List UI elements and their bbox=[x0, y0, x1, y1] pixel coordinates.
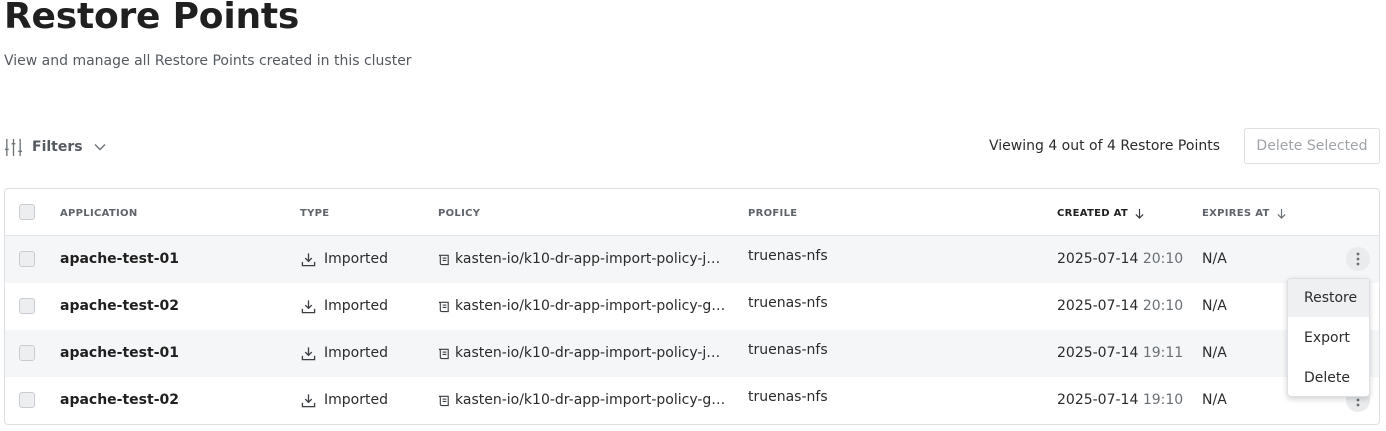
expires-at: N/A bbox=[1202, 345, 1227, 361]
download-icon bbox=[301, 299, 316, 313]
expires-at: N/A bbox=[1202, 392, 1227, 408]
download-icon bbox=[301, 346, 316, 360]
created-time: 20:10 bbox=[1142, 251, 1184, 267]
created-date: 2025-07-14 bbox=[1057, 345, 1139, 361]
filters-toggle[interactable]: Filters bbox=[4, 136, 107, 158]
type-label: Imported bbox=[324, 392, 388, 408]
type-cell: Imported bbox=[301, 345, 388, 361]
row-checkbox[interactable] bbox=[19, 251, 35, 267]
created-date: 2025-07-14 bbox=[1057, 392, 1139, 408]
table-row[interactable]: apache-test-01 Imported kasten-io/k10-dr… bbox=[5, 236, 1379, 283]
delete-selected-button[interactable]: Delete Selected bbox=[1244, 128, 1380, 164]
policy-icon bbox=[438, 254, 449, 265]
created-at: 2025-07-14 20:10 bbox=[1057, 298, 1183, 314]
restore-points-table: APPLICATION TYPE POLICY PROFILE CREATED … bbox=[4, 188, 1380, 425]
policy-icon bbox=[438, 348, 449, 359]
table-header: APPLICATION TYPE POLICY PROFILE CREATED … bbox=[5, 189, 1379, 236]
policy-icon bbox=[438, 395, 449, 406]
filters-label: Filters bbox=[32, 139, 83, 155]
type-label: Imported bbox=[324, 298, 388, 314]
menu-item-delete[interactable]: Delete bbox=[1288, 359, 1369, 396]
policy-name: kasten-io/k10-dr-app-import-policy-jhldk bbox=[455, 251, 728, 267]
type-label: Imported bbox=[324, 251, 388, 267]
application-name[interactable]: apache-test-01 bbox=[60, 251, 179, 267]
kebab-icon bbox=[1356, 252, 1360, 266]
application-name[interactable]: apache-test-01 bbox=[60, 345, 179, 361]
page-title: Restore Points bbox=[4, 0, 300, 37]
download-icon bbox=[301, 393, 316, 407]
profile-name: truenas-nfs bbox=[748, 342, 828, 358]
policy-cell[interactable]: kasten-io/k10-dr-app-import-policy-gm... bbox=[438, 298, 728, 314]
created-at: 2025-07-14 19:11 bbox=[1057, 345, 1183, 361]
policy-name: kasten-io/k10-dr-app-import-policy-gm... bbox=[455, 298, 728, 314]
column-created-at-label: CREATED AT bbox=[1057, 208, 1129, 219]
created-time: 19:11 bbox=[1142, 345, 1184, 361]
menu-item-restore[interactable]: Restore bbox=[1288, 279, 1369, 317]
row-checkbox[interactable] bbox=[19, 298, 35, 314]
profile-name: truenas-nfs bbox=[748, 295, 828, 311]
table-row[interactable]: apache-test-01 Imported kasten-io/k10-dr… bbox=[5, 330, 1379, 377]
column-profile[interactable]: PROFILE bbox=[748, 208, 797, 219]
column-expires-at-label: EXPIRES AT bbox=[1202, 208, 1270, 219]
expires-at: N/A bbox=[1202, 298, 1227, 314]
chevron-down-icon bbox=[94, 144, 106, 151]
type-label: Imported bbox=[324, 345, 388, 361]
policy-cell[interactable]: kasten-io/k10-dr-app-import-policy-jhldk bbox=[438, 251, 728, 267]
column-policy[interactable]: POLICY bbox=[438, 208, 480, 219]
column-created-at[interactable]: CREATED AT bbox=[1057, 208, 1145, 219]
application-name[interactable]: apache-test-02 bbox=[60, 298, 179, 314]
page-subtitle: View and manage all Restore Points creat… bbox=[4, 53, 412, 69]
arrow-down-icon bbox=[1277, 208, 1286, 219]
application-name[interactable]: apache-test-02 bbox=[60, 392, 179, 408]
viewing-count: Viewing 4 out of 4 Restore Points bbox=[989, 138, 1220, 154]
select-all-checkbox[interactable] bbox=[19, 204, 35, 220]
created-date: 2025-07-14 bbox=[1057, 298, 1139, 314]
policy-cell[interactable]: kasten-io/k10-dr-app-import-policy-jhldk bbox=[438, 345, 728, 361]
column-application[interactable]: APPLICATION bbox=[60, 208, 138, 219]
created-time: 19:10 bbox=[1142, 392, 1184, 408]
policy-cell[interactable]: kasten-io/k10-dr-app-import-policy-gm... bbox=[438, 392, 728, 408]
policy-name: kasten-io/k10-dr-app-import-policy-jhldk bbox=[455, 345, 728, 361]
created-at: 2025-07-14 20:10 bbox=[1057, 251, 1183, 267]
column-type[interactable]: TYPE bbox=[300, 208, 329, 219]
profile-name: truenas-nfs bbox=[748, 389, 828, 405]
row-actions-button[interactable] bbox=[1346, 247, 1370, 271]
menu-item-export[interactable]: Export bbox=[1288, 319, 1369, 357]
sliders-icon bbox=[4, 138, 23, 156]
profile-name: truenas-nfs bbox=[748, 248, 828, 264]
created-time: 20:10 bbox=[1142, 298, 1184, 314]
row-checkbox[interactable] bbox=[19, 392, 35, 408]
created-at: 2025-07-14 19:10 bbox=[1057, 392, 1183, 408]
column-expires-at[interactable]: EXPIRES AT bbox=[1202, 208, 1287, 219]
table-row[interactable]: apache-test-02 Imported kasten-io/k10-dr… bbox=[5, 377, 1379, 424]
type-cell: Imported bbox=[301, 298, 388, 314]
type-cell: Imported bbox=[301, 251, 388, 267]
download-icon bbox=[301, 252, 316, 266]
policy-icon bbox=[438, 301, 449, 312]
arrow-down-icon bbox=[1135, 208, 1144, 219]
created-date: 2025-07-14 bbox=[1057, 251, 1139, 267]
type-cell: Imported bbox=[301, 392, 388, 408]
row-actions-menu: Restore Export Delete bbox=[1287, 278, 1370, 397]
expires-at: N/A bbox=[1202, 251, 1227, 267]
table-row[interactable]: apache-test-02 Imported kasten-io/k10-dr… bbox=[5, 283, 1379, 330]
row-checkbox[interactable] bbox=[19, 345, 35, 361]
policy-name: kasten-io/k10-dr-app-import-policy-gm... bbox=[455, 392, 728, 408]
